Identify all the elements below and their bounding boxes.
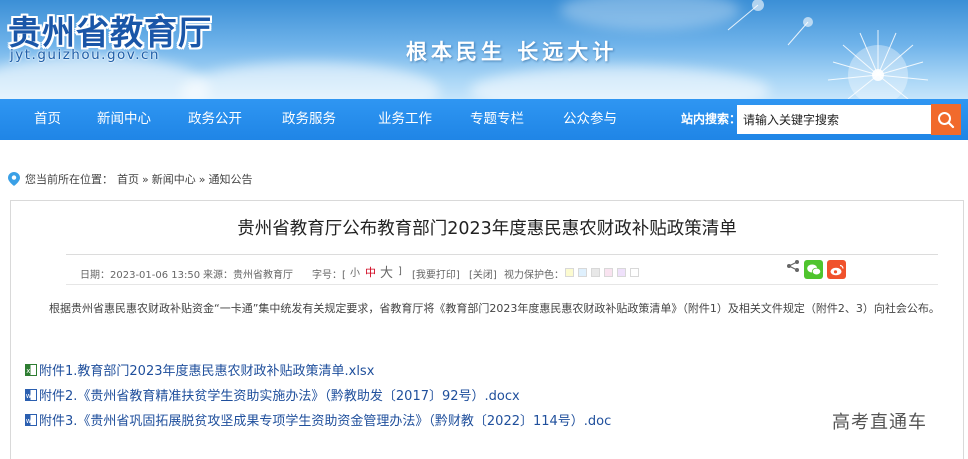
eye-color-swatch[interactable] [630,268,639,277]
breadcrumb-separator: » [198,172,206,186]
close-link[interactable]: [关闭] [469,266,497,281]
article-body: 根据贵州省惠民惠农财政补贴资金“一卡通”集中统发有关规定要求，省教育厅将《教育部… [49,302,940,315]
nav-item-home[interactable]: 首页 [34,99,61,140]
font-size-large[interactable]: 大 [380,262,393,281]
eye-color-swatch[interactable] [578,268,587,277]
eye-color-swatch[interactable] [617,268,626,277]
article-date: 日期：2023-01-06 13:50 [80,270,201,281]
svg-text:w: w [26,417,32,425]
breadcrumb-news[interactable]: 新闻中心 [152,171,196,187]
attachment-label: 附件2.《贵州省教育精准扶贫学生资助实施办法》（黔教助发〔2017〕92号）.d… [39,389,520,404]
site-domain: jyt.guizhou.gov.cn [10,47,160,63]
title-divider [66,254,938,255]
nav-item-gov-affairs[interactable]: 政务公开 [188,99,242,140]
nav-item-public[interactable]: 公众参与 [563,99,617,140]
font-size-label: 字号：[ [312,270,346,281]
font-size-medium[interactable]: 中 [365,264,376,280]
breadcrumb-home[interactable]: 首页 [117,171,139,187]
eye-color-swatch[interactable] [565,268,574,277]
attachment-label: 附件3.《贵州省巩固拓展脱贫攻坚成果专项学生资助资金管理办法》（黔财教〔2022… [39,414,612,429]
location-pin-icon [8,172,20,186]
breadcrumb-separator: » [142,172,149,186]
print-link[interactable]: [我要打印] [412,266,460,281]
eye-color-swatch[interactable] [591,268,600,277]
svg-text:x: x [26,367,30,375]
svg-text:w: w [26,392,32,400]
breadcrumb: 您当前所在位置： 首页 » 新闻中心 » 通知公告 [8,170,252,188]
attachment-link-1[interactable]: x 附件1.教育部门2023年度惠民惠农财政补贴政策清单.xlsx [25,360,374,379]
attachment-link-2[interactable]: w 附件2.《贵州省教育精准扶贫学生资助实施办法》（黔教助发〔2017〕92号）… [25,385,520,404]
breadcrumb-notices[interactable]: 通知公告 [208,171,252,187]
font-size-close: ] [398,266,402,277]
breadcrumb-prefix: 您当前所在位置： [25,173,113,186]
article-source: 来源：贵州省教育厅 [203,270,293,281]
banner-slogan: 根本民生 长远大计 [406,39,618,64]
nav-item-topics[interactable]: 专题专栏 [470,99,524,140]
search-input[interactable] [737,105,931,134]
nav-item-gov-services[interactable]: 政务服务 [282,99,336,140]
article-title: 贵州省教育厅公布教育部门2023年度惠民惠农财政补贴政策清单 [237,219,737,239]
weibo-icon [830,264,844,275]
nav-item-business[interactable]: 业务工作 [378,99,432,140]
share-wechat-button[interactable] [804,260,823,279]
word-file-icon: w [25,413,37,426]
search-button[interactable] [931,104,961,135]
excel-file-icon: x [25,363,37,376]
meta-divider [66,284,938,285]
share-weibo-button[interactable] [827,260,846,279]
eye-protector-label: 视力保护色： [504,270,564,281]
search-label: 站内搜索： [681,112,742,126]
nav-item-news[interactable]: 新闻中心 [97,99,151,140]
font-size-small[interactable]: 小 [350,264,360,279]
attachment-link-3[interactable]: w 附件3.《贵州省巩固拓展脱贫攻坚成果专项学生资助资金管理办法》（黔财教〔20… [25,410,611,429]
site-banner: 贵州省教育厅 jyt.guizhou.gov.cn 根本民生 长远大计 [0,0,968,99]
article-container: 贵州省教育厅公布教育部门2023年度惠民惠农财政补贴政策清单 日期：2023-0… [10,200,964,459]
attachment-label: 附件1.教育部门2023年度惠民惠农财政补贴政策清单.xlsx [39,364,375,379]
word-file-icon: w [25,388,37,401]
dandelion-illustration [727,0,929,99]
wechat-icon [806,264,821,275]
eye-color-swatch[interactable] [604,268,613,277]
share-icon[interactable] [786,259,800,273]
search-icon [938,111,955,128]
watermark: 高考直通车 [832,412,927,433]
banner-cloud [180,62,440,99]
